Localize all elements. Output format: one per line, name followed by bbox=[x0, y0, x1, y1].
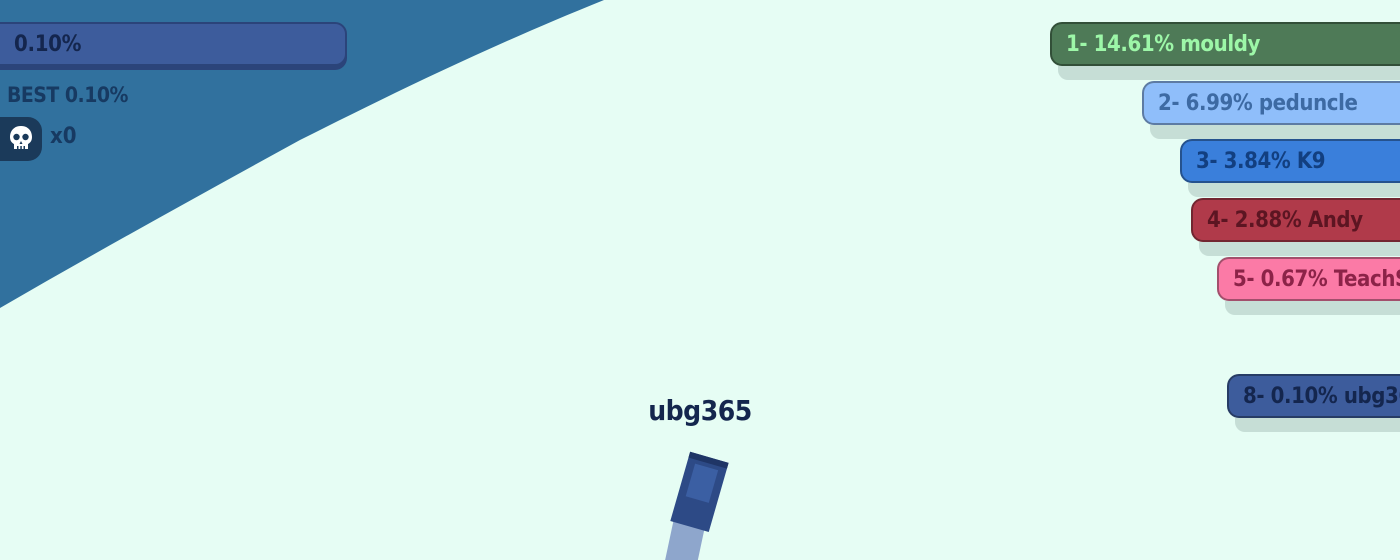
skull-icon bbox=[10, 126, 32, 149]
best-score: BEST 0.10% bbox=[7, 83, 128, 107]
leaderboard-row-3: 3- 3.84% K9 bbox=[1180, 139, 1400, 183]
player-name: ubg365 bbox=[648, 394, 752, 427]
leaderboard-row-2: 2- 6.99% peduncle bbox=[1142, 81, 1400, 125]
leaderboard-entry-text: 4- 2.88% Andy bbox=[1207, 207, 1363, 233]
leaderboard-shadow bbox=[1199, 242, 1400, 256]
leaderboard-row-1: 1- 14.61% mouldy bbox=[1050, 22, 1400, 66]
coverage-bar: 0.10% bbox=[0, 22, 347, 66]
leaderboard-row-4: 4- 2.88% Andy bbox=[1191, 198, 1400, 242]
player-character bbox=[670, 451, 729, 533]
leaderboard-shadow bbox=[1188, 183, 1400, 197]
kill-count: x0 bbox=[50, 124, 77, 149]
leaderboard-row-5: 5- 0.67% TeachSc bbox=[1217, 257, 1400, 301]
leaderboard-row-self: 8- 0.10% ubg365 bbox=[1227, 374, 1400, 418]
leaderboard-shadow bbox=[1235, 418, 1400, 432]
leaderboard-entry-text: 2- 6.99% peduncle bbox=[1158, 90, 1358, 116]
leaderboard-entry-text: 1- 14.61% mouldy bbox=[1066, 31, 1260, 57]
kills-badge bbox=[0, 117, 42, 161]
coverage-value: 0.10% bbox=[14, 31, 82, 57]
leaderboard-entry-text: 8- 0.10% ubg365 bbox=[1243, 383, 1400, 409]
leaderboard-shadow bbox=[1150, 125, 1400, 139]
leaderboard-shadow bbox=[1225, 301, 1400, 315]
leaderboard-shadow bbox=[1058, 66, 1400, 80]
leaderboard-entry-text: 5- 0.67% TeachSc bbox=[1233, 266, 1400, 292]
leaderboard-entry-text: 3- 3.84% K9 bbox=[1196, 148, 1326, 174]
